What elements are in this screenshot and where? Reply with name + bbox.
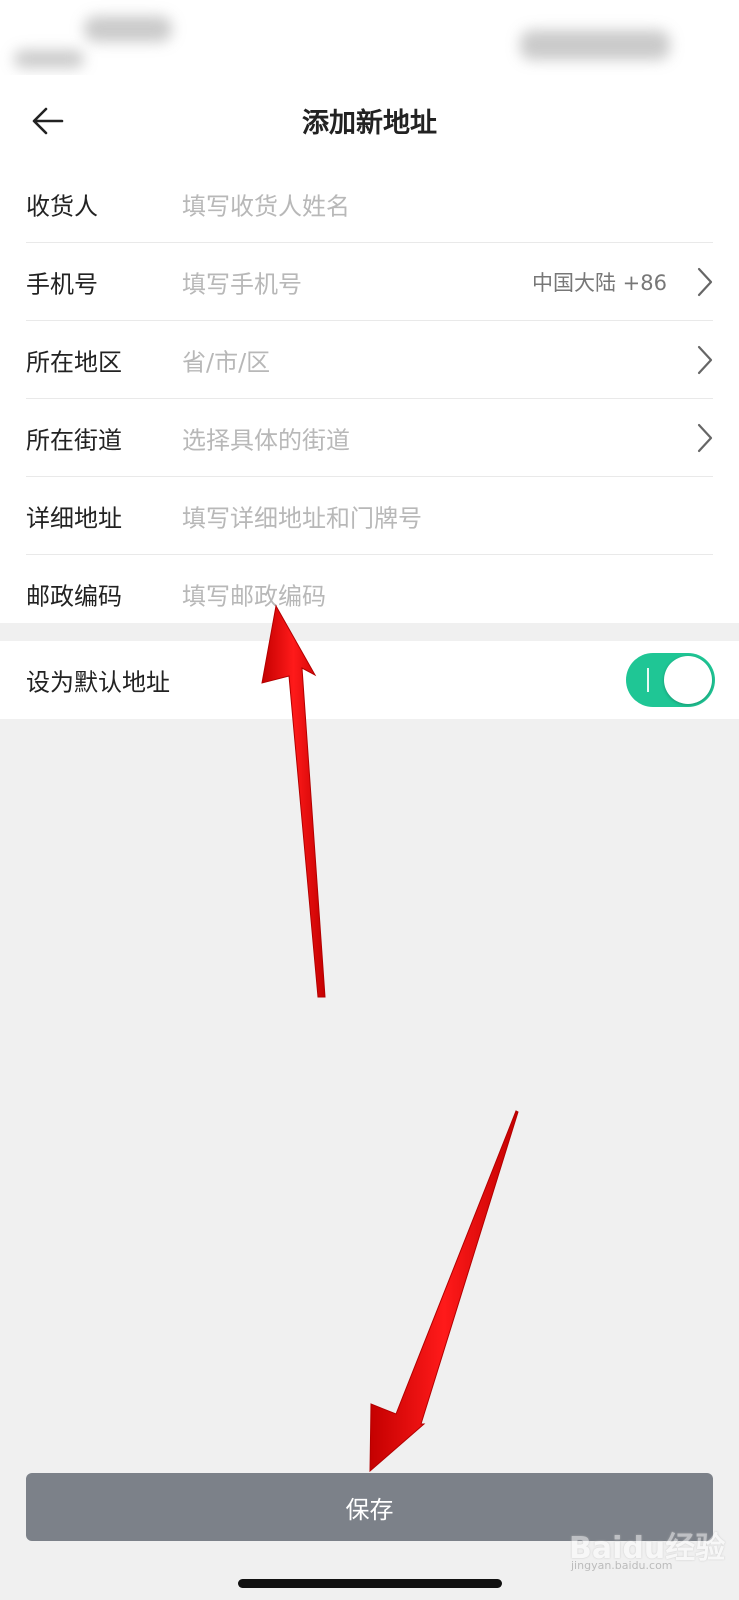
page-title: 添加新地址: [302, 108, 437, 139]
default-address-toggle[interactable]: [626, 653, 715, 707]
region-picker[interactable]: 省/市/区: [182, 343, 270, 378]
recipient-label: 收货人: [26, 192, 98, 221]
street-row[interactable]: 所在街道 选择具体的街道: [0, 399, 739, 477]
phone-input[interactable]: 填写手机号: [182, 265, 302, 300]
postal-code-label: 邮政编码: [26, 582, 122, 611]
home-indicator: [238, 1579, 502, 1588]
detail-address-input[interactable]: 填写详细地址和门牌号: [182, 499, 422, 534]
phone-label: 手机号: [26, 270, 98, 299]
watermark-url: jingyan.baidu.com: [571, 1559, 673, 1572]
phone-row[interactable]: 手机号 填写手机号 中国大陆 +86: [0, 243, 739, 321]
status-bar: [0, 0, 739, 75]
region-row[interactable]: 所在地区 省/市/区: [0, 321, 739, 399]
chevron-right-icon[interactable]: [693, 422, 717, 454]
recipient-row[interactable]: 收货人 填写收货人姓名: [0, 165, 739, 243]
default-address-label: 设为默认地址: [26, 668, 170, 697]
status-indicators-blurred: [520, 30, 670, 60]
street-label: 所在街道: [26, 426, 122, 455]
status-carrier-blurred: [14, 50, 84, 68]
detail-address-label: 详细地址: [26, 504, 122, 533]
address-form: 收货人 填写收货人姓名 手机号 填写手机号 中国大陆 +86 所在地区 省/市/…: [0, 165, 739, 623]
chevron-right-icon[interactable]: [693, 344, 717, 376]
recipient-input[interactable]: 填写收货人姓名: [182, 187, 350, 222]
toggle-knob: [664, 656, 712, 704]
toggle-on-mark: [647, 668, 649, 692]
postal-code-input[interactable]: 填写邮政编码: [182, 577, 326, 612]
street-picker[interactable]: 选择具体的街道: [182, 421, 350, 456]
annotation-arrow-down: [369, 1110, 519, 1473]
default-address-row: 设为默认地址: [0, 641, 739, 719]
country-code-selector[interactable]: 中国大陆 +86: [532, 267, 667, 297]
nav-bar: 添加新地址: [0, 75, 739, 165]
region-label: 所在地区: [26, 348, 122, 377]
postal-code-row[interactable]: 邮政编码 填写邮政编码: [0, 555, 739, 633]
status-time-blurred: [84, 16, 172, 42]
detail-address-row[interactable]: 详细地址 填写详细地址和门牌号: [0, 477, 739, 555]
baidu-watermark: Baidu经验 jingyan.baidu.com: [563, 1517, 733, 1573]
chevron-right-icon[interactable]: [693, 266, 717, 298]
